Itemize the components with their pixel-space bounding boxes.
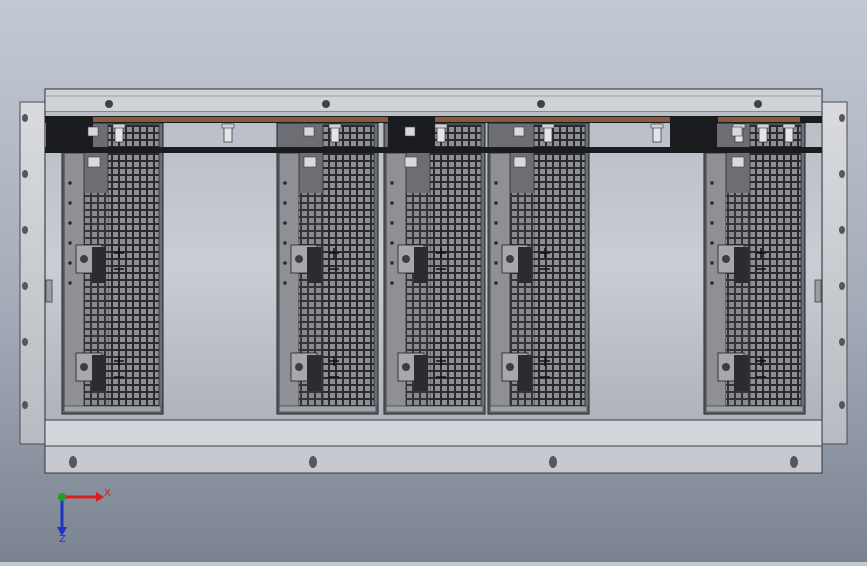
standoff-head	[650, 123, 664, 129]
terminal-screw-icon	[722, 363, 730, 371]
standoff-head	[112, 123, 126, 129]
latch-clip	[404, 156, 418, 168]
latch-clip	[87, 156, 101, 168]
indicator-icon	[494, 201, 498, 205]
y-axis-dot-icon	[58, 493, 66, 501]
screw-hole-icon	[839, 226, 845, 234]
indicator-icon	[390, 181, 394, 185]
standoff-head	[434, 123, 448, 129]
indicator-icon	[390, 201, 394, 205]
latch-clip	[731, 126, 743, 137]
screw-hole-icon	[790, 456, 798, 468]
indicator-icon	[283, 261, 287, 265]
indicator-icon	[68, 181, 72, 185]
indicator-icon	[283, 201, 287, 205]
indicator-icon	[68, 281, 72, 285]
indicator-icon	[710, 261, 714, 265]
screw-hole-icon	[22, 226, 28, 234]
latch-clip	[513, 126, 525, 137]
indicator-icon	[283, 281, 287, 285]
indicator-icon	[283, 181, 287, 185]
indicator-icon	[494, 281, 498, 285]
model-view[interactable]: X Z	[0, 0, 867, 562]
indicator-icon	[390, 261, 394, 265]
x-axis-label: X	[104, 488, 111, 499]
screw-icon	[105, 100, 113, 108]
coordinate-triad: X Z	[57, 488, 111, 545]
screw-icon	[537, 100, 545, 108]
screw-hole-icon	[22, 114, 28, 122]
screw-hole-icon	[22, 401, 28, 409]
indicator-icon	[68, 241, 72, 245]
power-module	[61, 122, 164, 415]
graphics-viewport[interactable]: X Z	[0, 0, 867, 562]
terminal-screw-icon	[80, 255, 88, 263]
indicator-icon	[494, 241, 498, 245]
screw-hole-icon	[839, 282, 845, 290]
x-arrowhead-icon	[96, 492, 104, 502]
latch-clip	[731, 156, 745, 168]
screw-hole-icon	[309, 456, 317, 468]
indicator-icon	[283, 241, 287, 245]
terminal-screw-icon	[295, 255, 303, 263]
screw-hole-icon	[22, 170, 28, 178]
indicator-icon	[494, 221, 498, 225]
standoff-head	[782, 123, 796, 129]
screw-icon	[322, 100, 330, 108]
indicator-icon	[710, 241, 714, 245]
indicator-icon	[68, 261, 72, 265]
terminal-screw-icon	[402, 363, 410, 371]
standoff-head	[541, 123, 555, 129]
power-module	[383, 122, 486, 415]
indicator-icon	[390, 221, 394, 225]
indicator-icon	[710, 221, 714, 225]
screw-hole-icon	[839, 170, 845, 178]
z-axis-label: Z	[59, 534, 66, 545]
screw-hole-icon	[839, 401, 845, 409]
latch-clip	[303, 126, 315, 137]
indicator-icon	[283, 221, 287, 225]
screw-hole-icon	[839, 114, 845, 122]
right-mounting-flange	[820, 101, 848, 445]
indicator-icon	[68, 201, 72, 205]
terminal-screw-icon	[402, 255, 410, 263]
screw-hole-icon	[22, 282, 28, 290]
indicator-icon	[68, 221, 72, 225]
indicator-icon	[710, 281, 714, 285]
latch-clip	[87, 126, 99, 137]
standoff-head	[756, 123, 770, 129]
terminal-screw-icon	[80, 363, 88, 371]
standoff-head	[328, 123, 342, 129]
indicator-icon	[494, 181, 498, 185]
indicator-icon	[390, 281, 394, 285]
indicator-icon	[710, 201, 714, 205]
indicator-icon	[710, 181, 714, 185]
latch-clip	[513, 156, 527, 168]
power-module	[703, 122, 806, 415]
power-module	[276, 122, 379, 415]
screw-hole-icon	[549, 456, 557, 468]
screw-hole-icon	[839, 338, 845, 346]
latch-clip	[404, 126, 416, 137]
standoff-head	[221, 123, 235, 129]
terminal-screw-icon	[295, 363, 303, 371]
terminal-screw-icon	[722, 255, 730, 263]
indicator-icon	[494, 261, 498, 265]
screw-icon	[754, 100, 762, 108]
indicator-icon	[390, 241, 394, 245]
left-mounting-flange	[19, 101, 47, 445]
screw-hole-icon	[22, 338, 28, 346]
terminal-screw-icon	[506, 363, 514, 371]
screw-hole-icon	[69, 456, 77, 468]
terminal-screw-icon	[506, 255, 514, 263]
latch-clip	[303, 156, 317, 168]
power-module	[487, 122, 590, 415]
